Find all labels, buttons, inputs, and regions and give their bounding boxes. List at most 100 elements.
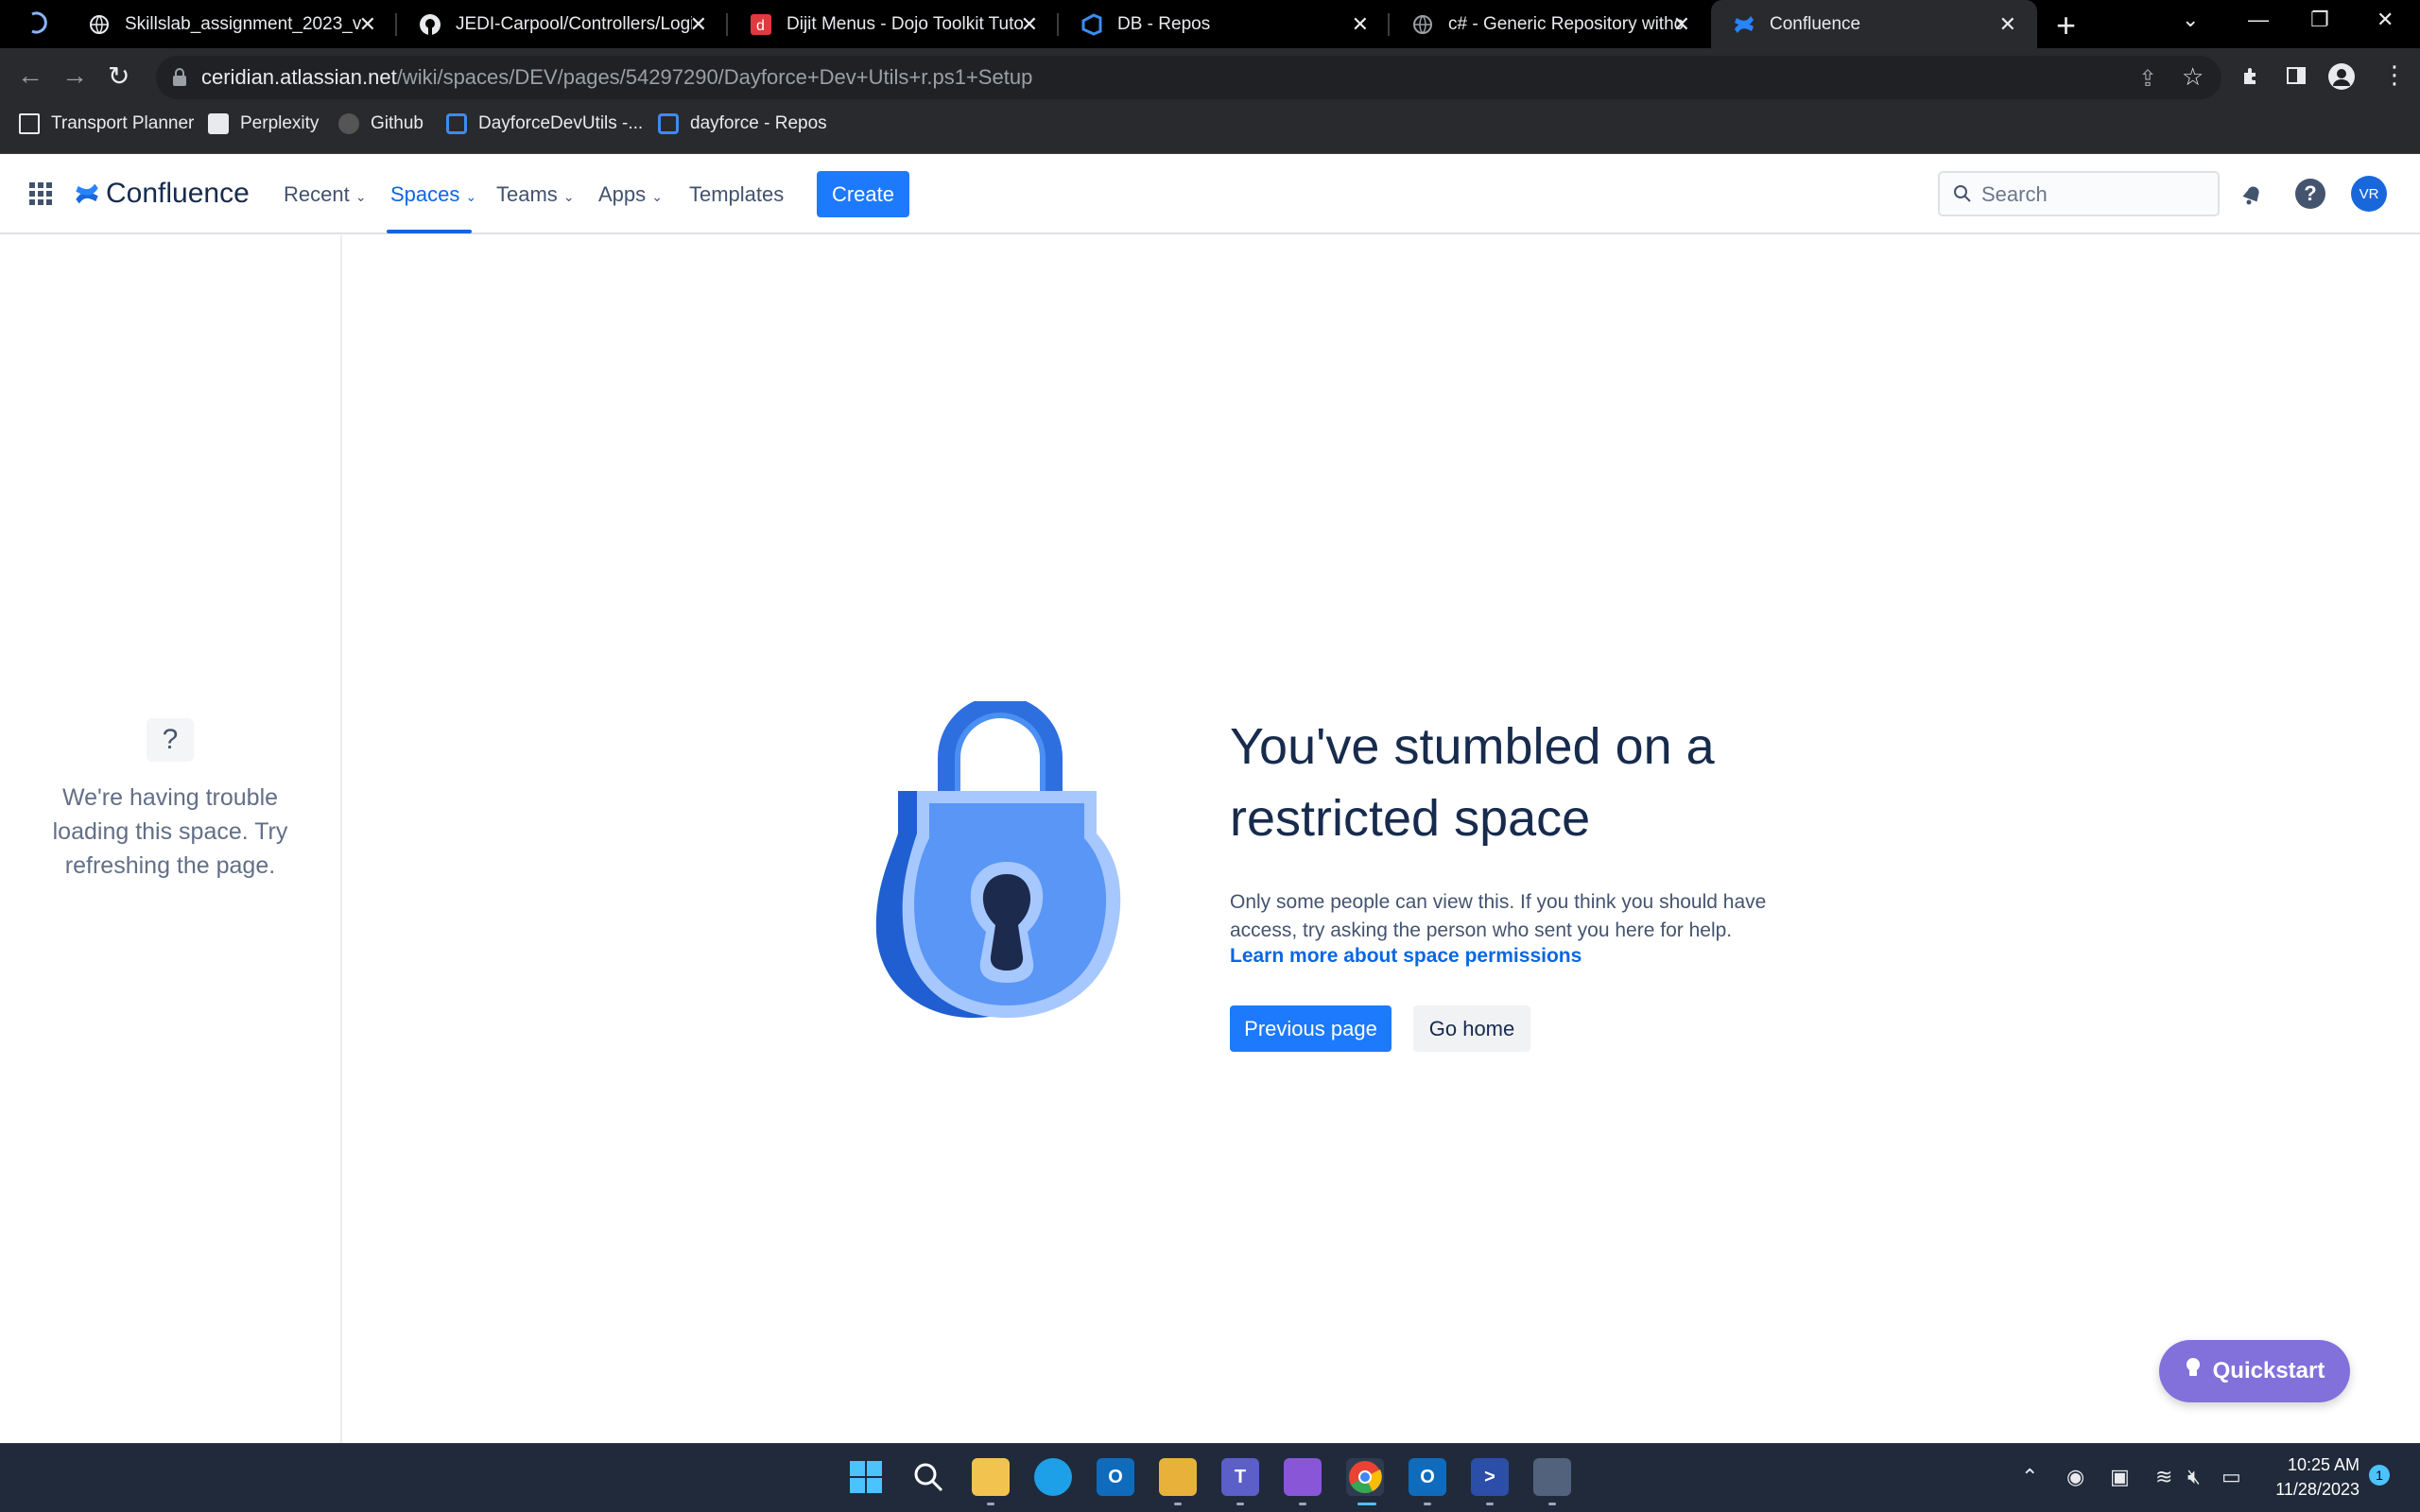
lightbulb-icon [2185,1357,2202,1386]
nav-label: Recent [284,182,350,206]
search-icon[interactable] [911,1460,945,1499]
browser-tab[interactable]: DB - Repos ✕ [1059,0,1390,48]
browser-tab[interactable]: c# - Generic Repository without ✕ [1390,0,1711,48]
minimize-icon[interactable]: — [2248,8,2269,32]
nav-apps[interactable]: Apps ⌄ [598,182,663,207]
close-icon[interactable]: ✕ [1999,12,2016,37]
bookmark-item[interactable]: Perplexity [208,113,319,134]
notifications-icon[interactable] [2238,180,2265,212]
forward-icon[interactable]: → [61,60,88,91]
powershell-icon[interactable]: > [1471,1458,1509,1496]
clock-time[interactable]: 10:25 AM [2269,1455,2360,1475]
close-icon[interactable]: ✕ [690,12,707,37]
close-icon[interactable]: ✕ [359,12,376,37]
close-icon[interactable]: ✕ [1673,12,1690,37]
browser-menu-icon[interactable]: ⋮ [2382,60,2407,90]
product-name[interactable]: Confluence [106,178,250,210]
close-icon[interactable]: ✕ [1352,12,1369,37]
share-icon[interactable]: ⇪ [2138,65,2157,93]
running-indicator [1424,1503,1431,1505]
help-icon[interactable]: ? [2295,179,2325,209]
go-home-button[interactable]: Go home [1413,1005,1530,1052]
tab-search-icon[interactable]: ⌄ [2182,8,2199,32]
perplexity-icon [208,113,229,134]
nav-teams[interactable]: Teams ⌄ [496,182,575,207]
bookmark-star-icon[interactable]: ☆ [2182,62,2204,92]
confluence-logo-icon[interactable] [74,180,100,212]
nav-spaces[interactable]: Spaces ⌄ [390,182,476,207]
side-panel-icon[interactable] [2286,65,2307,91]
app-switcher-icon[interactable] [28,181,53,211]
space-permissions-link[interactable]: Learn more about space permissions [1230,945,1582,968]
tab-title: c# - Generic Repository without [1448,13,1685,34]
running-indicator [987,1503,994,1505]
file-explorer-icon[interactable] [972,1458,1010,1496]
reload-icon[interactable]: ↻ [108,60,130,92]
chrome-icon[interactable] [1346,1458,1384,1496]
extensions-icon[interactable] [2240,65,2263,93]
nav-label: Apps [598,182,647,206]
bookmark-label: Github [371,113,424,133]
search-field[interactable] [1938,171,2220,216]
clock-date[interactable]: 11/28/2023 [2250,1480,2360,1500]
back-icon[interactable]: ← [17,60,43,91]
bookmark-item[interactable]: dayforce - Repos [658,113,827,134]
bookmark-item[interactable]: DayforceDevUtils -... [446,113,643,134]
nav-label: Spaces [390,182,460,206]
browser-tab[interactable]: Skillslab_assignment_2023_v1.0 ✕ [66,0,397,48]
search-icon [1953,184,1972,208]
bookmark-item[interactable]: Github [338,113,424,134]
bookmark-label: dayforce - Repos [690,113,827,133]
browser-tab-active[interactable]: Confluence ✕ [1711,0,2037,48]
github-icon [418,12,442,37]
search-input[interactable] [1981,182,2208,207]
snipping-tool-icon[interactable] [1159,1458,1197,1496]
bookmark-page-icon [19,113,40,134]
active-nav-indicator [387,230,472,233]
page-heading: You've stumbled on a restricted space [1230,718,1715,847]
browser-tab[interactable]: JEDI-Carpool/Controllers/Login ✕ [397,0,728,48]
running-indicator [1548,1503,1556,1505]
quickstart-button[interactable]: Quickstart [2159,1340,2350,1402]
remote-desktop-icon[interactable] [1533,1458,1571,1496]
teams-icon[interactable]: T [1221,1458,1259,1496]
notification-badge[interactable]: 1 [2369,1465,2390,1486]
azure-devops-icon [446,113,467,134]
show-hidden-icons-icon[interactable]: ⌃ [2021,1465,2038,1489]
new-outlook-icon[interactable]: O [1409,1458,1446,1496]
volume-muted-icon[interactable]: 🔇︎ [2187,1465,2201,1489]
battery-icon[interactable]: ▭ [2221,1465,2241,1489]
tab-title: Confluence [1770,13,1861,34]
create-button[interactable]: Create [817,171,909,217]
bookmark-label: Perplexity [240,113,320,133]
previous-page-button[interactable]: Previous page [1230,1005,1392,1052]
window-close-icon[interactable]: ✕ [2377,8,2394,32]
bookmark-item[interactable]: Transport Planner [19,113,194,134]
edge-icon[interactable] [1034,1458,1072,1496]
globe-icon [1410,12,1435,37]
nav-recent[interactable]: Recent ⌄ [284,182,367,207]
azure-devops-icon [1080,12,1104,37]
network-globe-icon[interactable]: ◉ [2066,1465,2084,1489]
wifi-icon[interactable]: ≋ [2155,1465,2172,1489]
profile-icon[interactable] [2327,62,2356,95]
running-indicator [1486,1503,1494,1505]
globe-icon [87,12,112,37]
windows-start-icon[interactable] [849,1460,883,1499]
visual-studio-icon[interactable] [1284,1458,1322,1496]
teams-tray-icon[interactable]: ▣ [2110,1465,2130,1489]
avatar[interactable]: VR [2351,176,2387,212]
browser-tab[interactable]: d Dijit Menus - Dojo Toolkit Tutorial ✕ [728,0,1059,48]
restore-icon[interactable]: ❐ [2310,8,2329,32]
tab-title: Skillslab_assignment_2023_v1.0 [125,13,361,34]
running-indicator [1236,1503,1244,1505]
nav-templates[interactable]: Templates [689,182,784,207]
dojo-icon: d [749,12,773,37]
close-icon[interactable]: ✕ [1021,12,1038,37]
new-tab-button[interactable]: + [2056,6,2076,45]
browser-loading-icon [26,10,51,40]
azure-devops-icon [658,113,679,134]
lock-icon [172,68,187,92]
padlock-illustration [874,696,1122,1027]
outlook-icon[interactable]: O [1097,1458,1134,1496]
